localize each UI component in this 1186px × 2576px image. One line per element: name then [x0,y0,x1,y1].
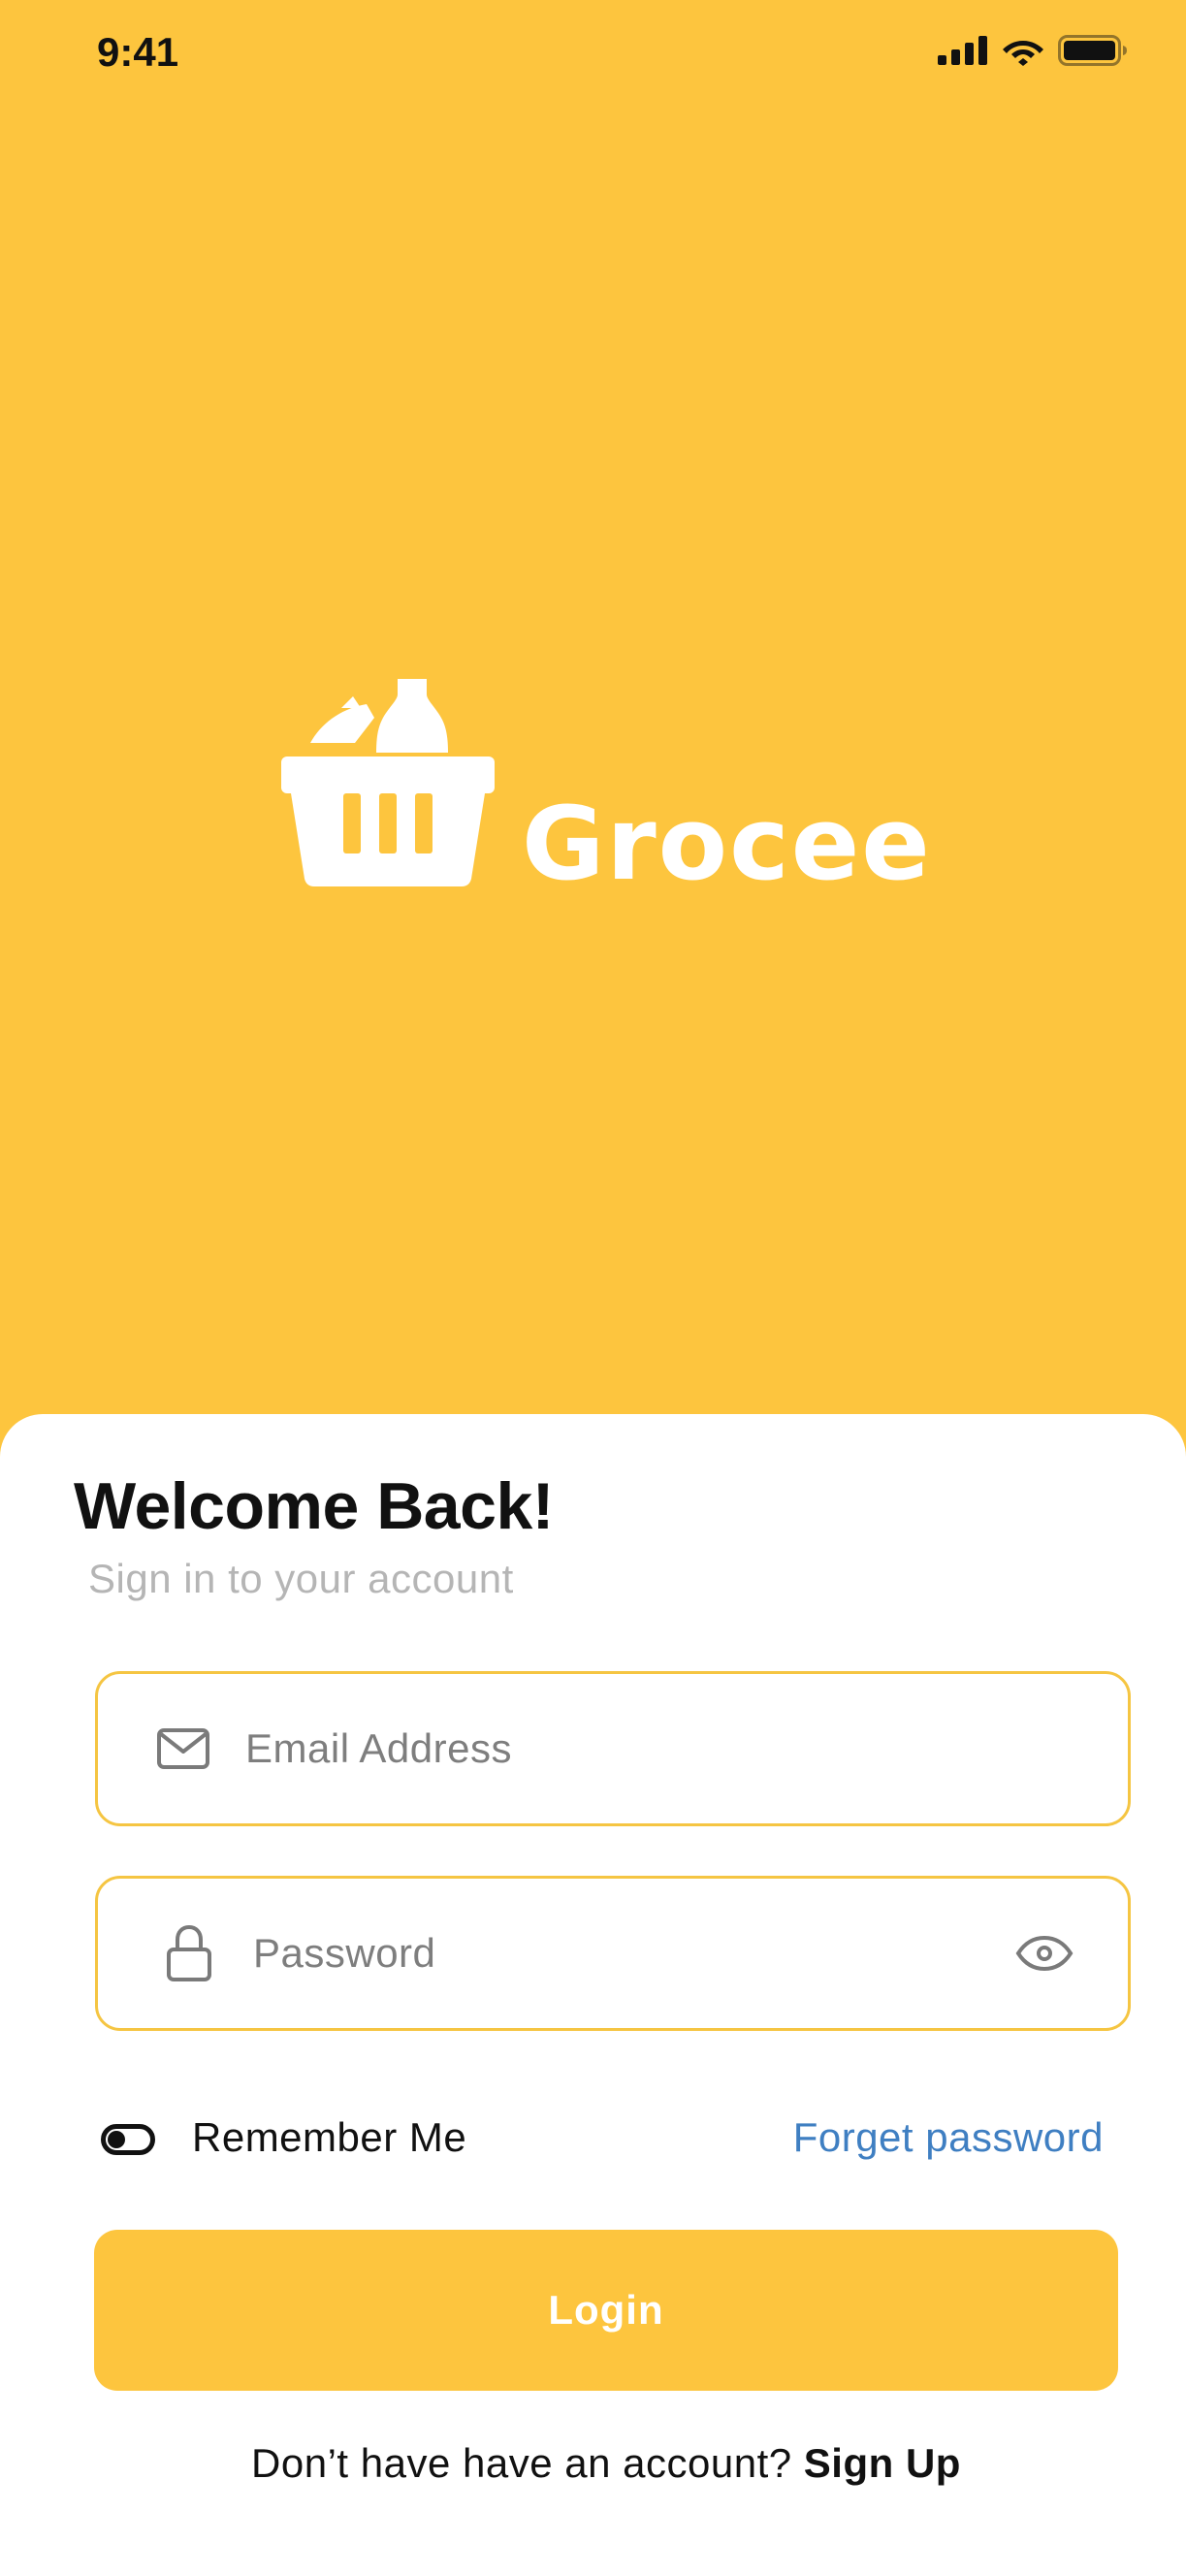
hero-banner: Grocee [0,0,1186,1416]
welcome-title: Welcome Back! [74,1469,554,1543]
email-field[interactable] [95,1671,1131,1826]
status-bar: 9:41 [0,0,1186,116]
remember-me-label[interactable]: Remember Me [192,2114,466,2161]
battery-icon [1058,35,1127,66]
eye-icon[interactable] [1015,1934,1074,1973]
wifi-icon [1003,41,1043,66]
password-field[interactable] [95,1876,1131,2031]
password-input[interactable] [253,1879,990,2028]
signup-prompt: Don’t have have an account? Sign Up [0,2440,1186,2487]
toggle-icon[interactable] [101,2124,155,2155]
login-screen: Grocee 9:41 Welcome Back! Sign in to you… [0,0,1186,2576]
mail-icon [157,1728,209,1769]
forgot-password-link[interactable]: Forget password [793,2114,1104,2161]
brand-logo: Grocee [281,679,941,902]
welcome-subtitle: Sign in to your account [88,1556,514,1601]
signup-link[interactable]: Sign Up [804,2440,961,2486]
status-icons [938,35,1128,66]
lock-icon [167,1924,211,1981]
email-input[interactable] [245,1674,1099,1823]
cellular-signal-icon [938,36,987,65]
status-time: 9:41 [97,29,179,75]
grocery-basket-icon [281,679,495,886]
brand-name: Grocee [522,785,932,903]
remember-row: Remember Me Forget password [95,2103,1104,2180]
signup-prompt-text: Don’t have have an account? [251,2440,792,2486]
login-button[interactable]: Login [94,2230,1118,2391]
login-sheet: Welcome Back! Sign in to your account Em… [0,1414,1186,2576]
